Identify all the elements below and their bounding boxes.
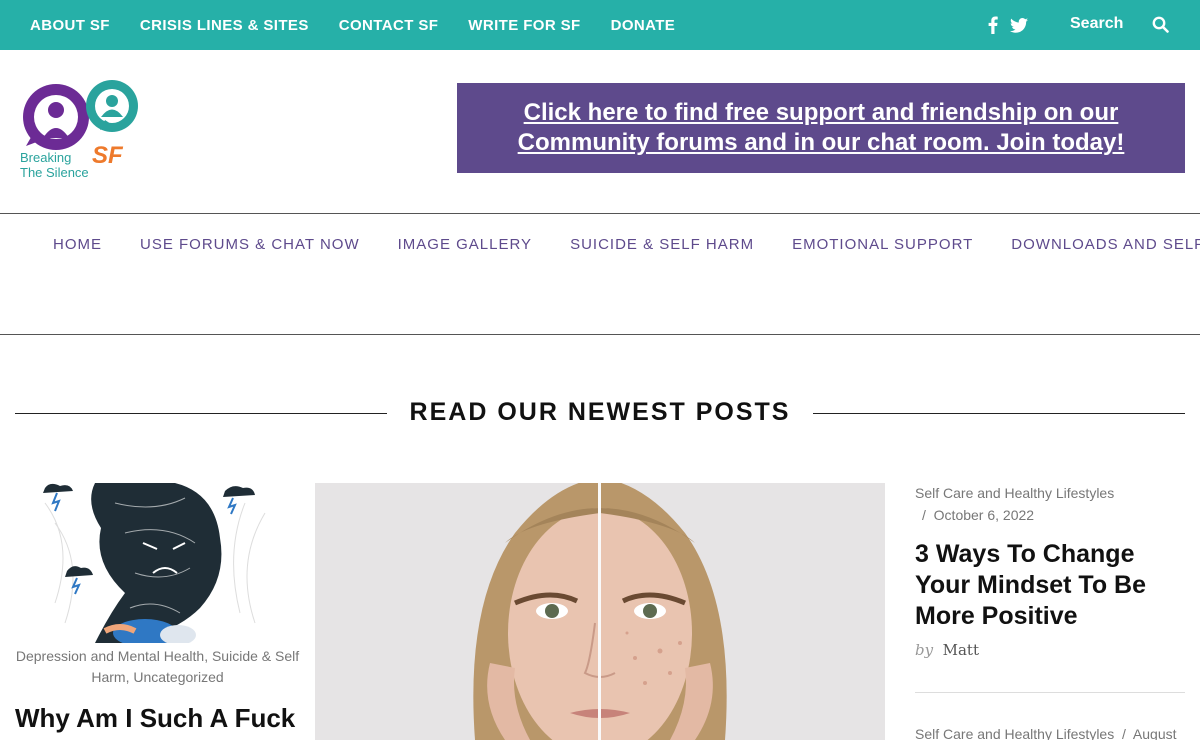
top-bar: ABOUT SF CRISIS LINES & SITES CONTACT SF…	[0, 0, 1200, 50]
top-nav: ABOUT SF CRISIS LINES & SITES CONTACT SF…	[30, 0, 705, 50]
twitter-icon[interactable]	[1010, 17, 1028, 33]
main-nav-image-gallery[interactable]: IMAGE GALLERY	[398, 236, 532, 253]
featured-post-image[interactable]	[315, 483, 885, 740]
social-links	[988, 0, 1028, 50]
logo-text: Breaking The Silence	[20, 150, 89, 180]
section-title: READ OUR NEWEST POSTS	[409, 398, 791, 426]
next-post-date: August	[1132, 726, 1177, 740]
top-nav-about[interactable]: ABOUT SF	[30, 17, 110, 34]
left-post-categories[interactable]: Depression and Mental Health, Suicide & …	[15, 646, 300, 688]
right-post-title[interactable]: 3 Ways To Change Your Mindset To Be More…	[915, 539, 1185, 632]
newest-posts-heading: READ OUR NEWEST POSTS	[15, 398, 1185, 428]
post-divider	[915, 692, 1185, 693]
main-nav-home[interactable]: HOME	[53, 236, 102, 253]
next-post-category[interactable]: Self Care and Healthy Lifestyles	[915, 726, 1114, 740]
logo-mark	[23, 80, 138, 150]
right-post-byline: by Matt	[915, 641, 979, 659]
right-post-date-line: / October 6, 2022	[922, 507, 1034, 523]
top-search-label[interactable]: Search	[1070, 15, 1123, 33]
byline-by: by	[915, 641, 934, 659]
left-post-thumbnail[interactable]	[15, 483, 285, 643]
community-promo-banner[interactable]: Click here to find free support and frie…	[457, 83, 1185, 173]
logo-sf: SF	[92, 142, 123, 169]
right-post-author[interactable]: Matt	[943, 641, 979, 659]
top-nav-donate[interactable]: DONATE	[611, 17, 676, 34]
logo-line-2: The Silence	[20, 165, 89, 180]
main-nav: HOME USE FORUMS & CHAT NOW IMAGE GALLERY…	[0, 213, 1200, 335]
logo-line-1: Breaking	[20, 150, 72, 165]
right-post-category[interactable]: Self Care and Healthy Lifestyles	[915, 485, 1114, 501]
top-nav-contact[interactable]: CONTACT SF	[339, 17, 439, 34]
right-post-date: October 6, 2022	[933, 507, 1035, 523]
main-nav-suicide-self-harm[interactable]: SUICIDE & SELF HARM	[570, 236, 754, 253]
site-logo[interactable]: Breaking The Silence SF	[16, 80, 142, 184]
search-icon[interactable]	[1152, 16, 1169, 38]
date-separator: /	[922, 507, 926, 523]
main-nav-emotional-support[interactable]: EMOTIONAL SUPPORT	[792, 236, 973, 253]
top-nav-write[interactable]: WRITE FOR SF	[468, 17, 580, 34]
top-nav-crisis-lines[interactable]: CRISIS LINES & SITES	[140, 17, 309, 34]
main-nav-downloads[interactable]: DOWNLOADS AND SELF HELP	[1011, 236, 1200, 253]
facebook-icon[interactable]	[988, 16, 998, 34]
left-post-title[interactable]: Why Am I Such A Fuck	[15, 703, 305, 734]
next-post-meta: Self Care and Healthy Lifestyles / Augus…	[915, 726, 1177, 740]
main-nav-forums-chat[interactable]: USE FORUMS & CHAT NOW	[140, 236, 360, 253]
